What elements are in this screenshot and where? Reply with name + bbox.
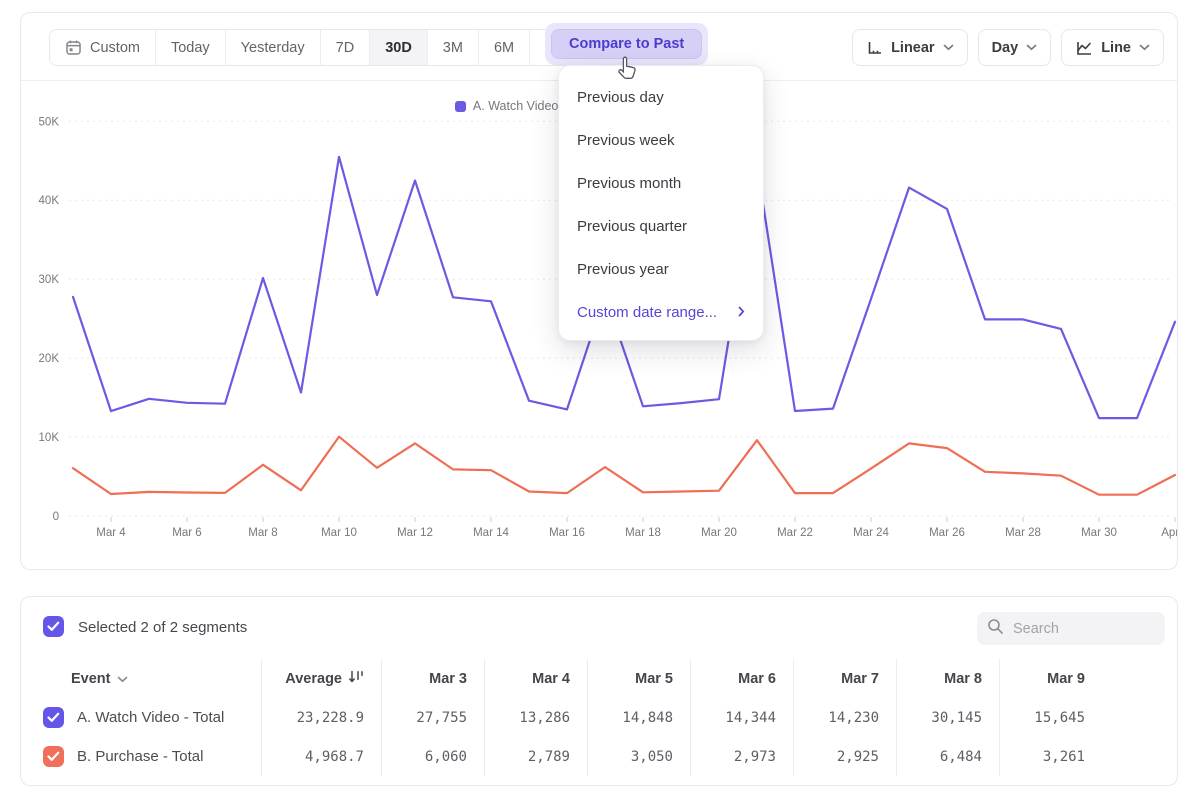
column-header-mar-9: Mar 9 xyxy=(999,659,1102,698)
menu-item-previous-quarter[interactable]: Previous quarter xyxy=(559,205,763,248)
column-header-event[interactable]: Event xyxy=(21,659,261,698)
value-cell: 27,755 xyxy=(381,698,484,737)
value-cell: 2,973 xyxy=(690,737,793,776)
segments-table: EventAverageMar 3Mar 4Mar 5Mar 6Mar 7Mar… xyxy=(21,659,1178,776)
x-axis-label: Mar 6 xyxy=(172,527,201,539)
legend-swatch xyxy=(455,101,466,112)
x-axis-label: Mar 28 xyxy=(1005,527,1041,539)
menu-item-previous-week[interactable]: Previous week xyxy=(559,119,763,162)
compare-to-past-menu: Previous dayPrevious weekPrevious monthP… xyxy=(558,65,764,341)
search-box[interactable] xyxy=(977,612,1165,645)
x-axis-label: Mar 20 xyxy=(701,527,737,539)
select-all-checkbox[interactable] xyxy=(43,616,64,637)
check-icon xyxy=(47,712,60,723)
x-axis-label: Apr 1 xyxy=(1161,527,1177,539)
search-input[interactable] xyxy=(1013,621,1143,637)
x-axis-label: Mar 16 xyxy=(549,527,585,539)
table-header-row: EventAverageMar 3Mar 4Mar 5Mar 6Mar 7Mar… xyxy=(21,659,1178,698)
series-line-b-purchase-total[interactable] xyxy=(73,437,1175,495)
value-cell: 14,344 xyxy=(690,698,793,737)
x-axis-label: Mar 30 xyxy=(1081,527,1117,539)
segment-checkbox[interactable] xyxy=(43,746,64,767)
segments-header: Selected 2 of 2 segments xyxy=(21,597,1177,655)
value-cell: 13,286 xyxy=(484,698,587,737)
column-header-average[interactable]: Average xyxy=(261,659,381,698)
x-axis-label: Mar 22 xyxy=(777,527,813,539)
menu-item-previous-month[interactable]: Previous month xyxy=(559,162,763,205)
event-cell: A. Watch Video - Total xyxy=(21,698,261,737)
x-axis-label: Mar 12 xyxy=(397,527,433,539)
value-cell: 14,848 xyxy=(587,698,690,737)
column-header-mar-5: Mar 5 xyxy=(587,659,690,698)
y-axis-label: 30K xyxy=(39,274,60,286)
value-cell: 14,230 xyxy=(793,698,896,737)
value-cell: 3,050 xyxy=(587,737,690,776)
x-axis-label: Mar 8 xyxy=(248,527,277,539)
segments-card: Selected 2 of 2 segments EventAverageMar… xyxy=(20,596,1178,786)
column-header-mar-8: Mar 8 xyxy=(896,659,999,698)
selected-segments-label: Selected 2 of 2 segments xyxy=(78,619,247,636)
x-axis-label: Mar 26 xyxy=(929,527,965,539)
segment-checkbox[interactable] xyxy=(43,707,64,728)
x-axis-label: Mar 10 xyxy=(321,527,357,539)
value-cell: 3,261 xyxy=(999,737,1102,776)
y-axis-label: 0 xyxy=(53,511,59,523)
column-header-mar-4: Mar 4 xyxy=(484,659,587,698)
chart-card: CustomTodayYesterday7D30D3M6M12M Compare… xyxy=(20,12,1178,570)
value-cell: 6,060 xyxy=(381,737,484,776)
segment-name: A. Watch Video - Total xyxy=(77,709,224,726)
x-axis-label: Mar 4 xyxy=(96,527,126,539)
value-cell: 23,228.9 xyxy=(261,698,381,737)
column-header-mar-7: Mar 7 xyxy=(793,659,896,698)
event-cell: B. Purchase - Total xyxy=(21,737,261,776)
menu-item-previous-year[interactable]: Previous year xyxy=(559,248,763,291)
check-icon xyxy=(47,751,60,762)
menu-item-previous-day[interactable]: Previous day xyxy=(559,76,763,119)
value-cell: 2,925 xyxy=(793,737,896,776)
menu-item-custom-date-range[interactable]: Custom date range... xyxy=(559,291,763,334)
column-header-mar-3: Mar 3 xyxy=(381,659,484,698)
column-header-mar-6: Mar 6 xyxy=(690,659,793,698)
check-icon xyxy=(47,621,60,632)
table-row-b-purchase-total: B. Purchase - Total 4,968.76,0602,7893,05… xyxy=(21,737,1178,776)
x-axis-label: Mar 24 xyxy=(853,527,889,539)
y-axis-label: 20K xyxy=(39,353,60,365)
x-axis-label: Mar 18 xyxy=(625,527,661,539)
value-cell: 15,645 xyxy=(999,698,1102,737)
value-cell: 2,789 xyxy=(484,737,587,776)
x-axis-label: Mar 14 xyxy=(473,527,509,539)
value-cell: 4,968.7 xyxy=(261,737,381,776)
value-cell: 6,484 xyxy=(896,737,999,776)
y-axis-label: 50K xyxy=(39,116,60,128)
y-axis-label: 10K xyxy=(39,432,60,444)
y-axis-label: 40K xyxy=(39,195,60,207)
value-cell: 30,145 xyxy=(896,698,999,737)
sort-descending-icon xyxy=(348,670,364,688)
search-icon xyxy=(987,618,1004,640)
chevron-down-icon xyxy=(117,671,128,687)
custom-date-range-label: Custom date range... xyxy=(577,304,717,321)
chevron-right-icon xyxy=(738,304,745,321)
table-row-a-watch-video-total: A. Watch Video - Total 23,228.927,75513,2… xyxy=(21,698,1178,737)
segment-name: B. Purchase - Total xyxy=(77,748,203,765)
